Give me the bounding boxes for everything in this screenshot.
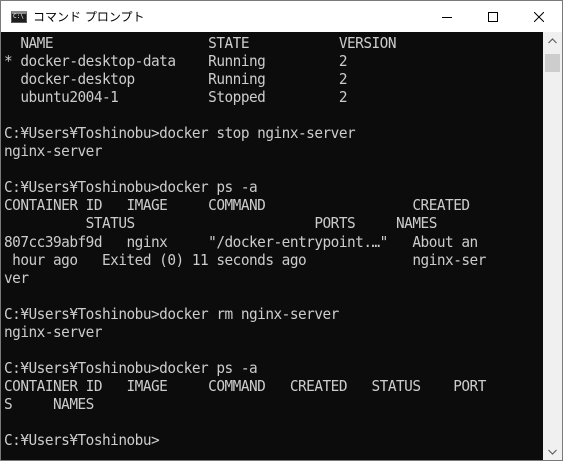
console-line: CONTAINER ID IMAGE COMMAND CREATED STATU… [4,376,486,395]
minimize-icon [442,16,452,18]
close-icon [534,11,544,22]
maximize-icon [488,11,498,22]
console-client-area: NAME STATE VERSION * docker-desktop-data… [1,32,562,460]
console-line: * docker-desktop-data Running 2 [4,52,348,71]
console-line: S NAMES [4,394,94,413]
console-prompt-line: C:¥Users¥Toshinobu> [4,431,160,450]
console-line: nginx-server [4,142,103,161]
console-line: nginx-server [4,322,103,341]
console-line: C:¥Users¥Toshinobu>docker ps -a [4,178,258,197]
console-line: 807cc39abf9d nginx "/docker-entrypoint.…… [4,232,478,251]
scroll-down-button[interactable] [543,443,562,460]
console-line: docker-desktop Running 2 [4,70,348,89]
console-app-icon[interactable] [11,10,27,23]
console-line: C:¥Users¥Toshinobu>docker ps -a [4,358,258,377]
minimize-button[interactable] [424,1,470,32]
window-title: コマンド プロンプト [33,10,145,24]
scroll-up-button[interactable] [543,32,562,49]
console-line: C:¥Users¥Toshinobu>docker stop nginx-ser… [4,124,356,143]
console-line: STATUS PORTS NAMES [4,214,438,233]
console-line: ubuntu2004-1 Stopped 2 [4,88,348,107]
maximize-button[interactable] [470,1,516,32]
console-line: hour ago Exited (0) 11 seconds ago nginx… [4,250,486,269]
console-line: NAME STATE VERSION [4,34,397,52]
console-line: ver [4,268,29,287]
scrollbar-thumb[interactable] [545,54,560,72]
console-line: C:¥Users¥Toshinobu>docker rm nginx-serve… [4,304,339,323]
console-line: CONTAINER ID IMAGE COMMAND CREATED [4,196,470,215]
scroll-up-arrow-icon [548,37,557,43]
console-output[interactable]: NAME STATE VERSION * docker-desktop-data… [4,34,541,458]
vertical-scrollbar[interactable] [543,32,562,460]
window-controls [424,1,562,32]
close-button[interactable] [516,1,562,32]
title-bar[interactable]: コマンド プロンプト [1,1,562,32]
command-prompt-window: コマンド プロンプト NAME [0,0,563,461]
scroll-down-arrow-icon [548,449,557,455]
